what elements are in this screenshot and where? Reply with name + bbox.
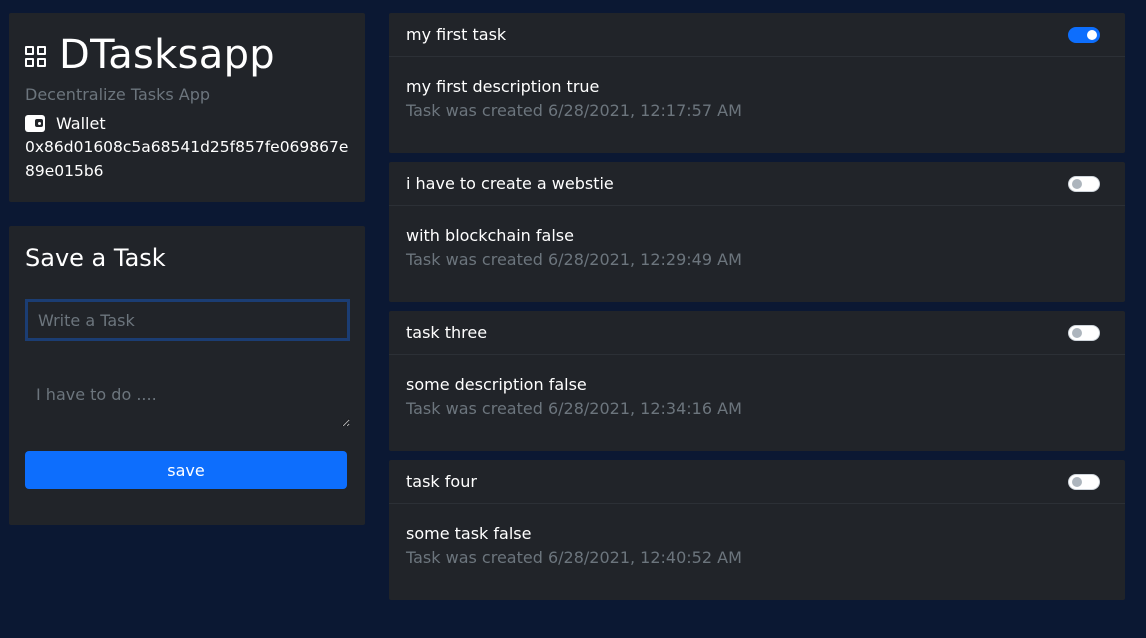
task-description: some description false	[406, 375, 587, 394]
brand-card: DTasksapp Decentralize Tasks App Wallet …	[9, 13, 365, 202]
task-title: task three	[406, 323, 488, 342]
brand-header: DTasksapp	[25, 31, 349, 79]
task-card: task four some task false Task was creat…	[389, 460, 1125, 600]
grid-icon	[25, 46, 47, 68]
toggle-knob	[1072, 178, 1082, 189]
toggle-knob	[1087, 29, 1097, 40]
wallet-label: Wallet	[56, 113, 106, 133]
task-description: some task false	[406, 524, 532, 543]
app-subtitle: Decentralize Tasks App	[25, 85, 211, 104]
task-created-date: Task was created 6/28/2021, 12:40:52 AM	[406, 548, 742, 567]
task-body: my first description true Task was creat…	[389, 57, 1125, 123]
save-task-form: Save a Task save	[9, 226, 365, 525]
task-created-date: Task was created 6/28/2021, 12:29:49 AM	[406, 250, 742, 269]
wallet-row: Wallet	[25, 113, 349, 133]
task-title: i have to create a webstie	[406, 174, 614, 193]
form-title: Save a Task	[25, 244, 166, 272]
task-description: with blockchain false	[406, 226, 574, 245]
task-done-toggle[interactable]	[1068, 26, 1100, 43]
task-list: my first task my first description true …	[389, 13, 1125, 609]
task-card: my first task my first description true …	[389, 13, 1125, 153]
task-title-input[interactable]	[25, 299, 350, 341]
task-done-toggle[interactable]	[1068, 473, 1100, 490]
task-body: with blockchain false Task was created 6…	[389, 206, 1125, 272]
wallet-icon	[25, 114, 45, 132]
task-description-input[interactable]	[25, 363, 350, 427]
task-body: some task false Task was created 6/28/20…	[389, 504, 1125, 570]
task-created-date: Task was created 6/28/2021, 12:17:57 AM	[406, 101, 742, 120]
task-card: i have to create a webstie with blockcha…	[389, 162, 1125, 302]
task-description: my first description true	[406, 77, 600, 96]
toggle-knob	[1072, 476, 1082, 487]
task-card: task three some description false Task w…	[389, 311, 1125, 451]
task-header: i have to create a webstie	[389, 162, 1125, 206]
save-button[interactable]: save	[25, 451, 347, 489]
wallet-address: 0x86d01608c5a68541d25f857fe069867e89e015…	[25, 138, 349, 180]
task-header: task three	[389, 311, 1125, 355]
app-title: DTasksapp	[59, 32, 275, 78]
task-done-toggle[interactable]	[1068, 324, 1100, 341]
task-created-date: Task was created 6/28/2021, 12:34:16 AM	[406, 399, 742, 418]
task-header: my first task	[389, 13, 1125, 57]
page: DTasksapp Decentralize Tasks App Wallet …	[0, 0, 1146, 638]
toggle-knob	[1072, 327, 1082, 338]
task-title: my first task	[406, 25, 507, 44]
task-done-toggle[interactable]	[1068, 175, 1100, 192]
task-body: some description false Task was created …	[389, 355, 1125, 421]
task-header: task four	[389, 460, 1125, 504]
task-title: task four	[406, 472, 477, 491]
